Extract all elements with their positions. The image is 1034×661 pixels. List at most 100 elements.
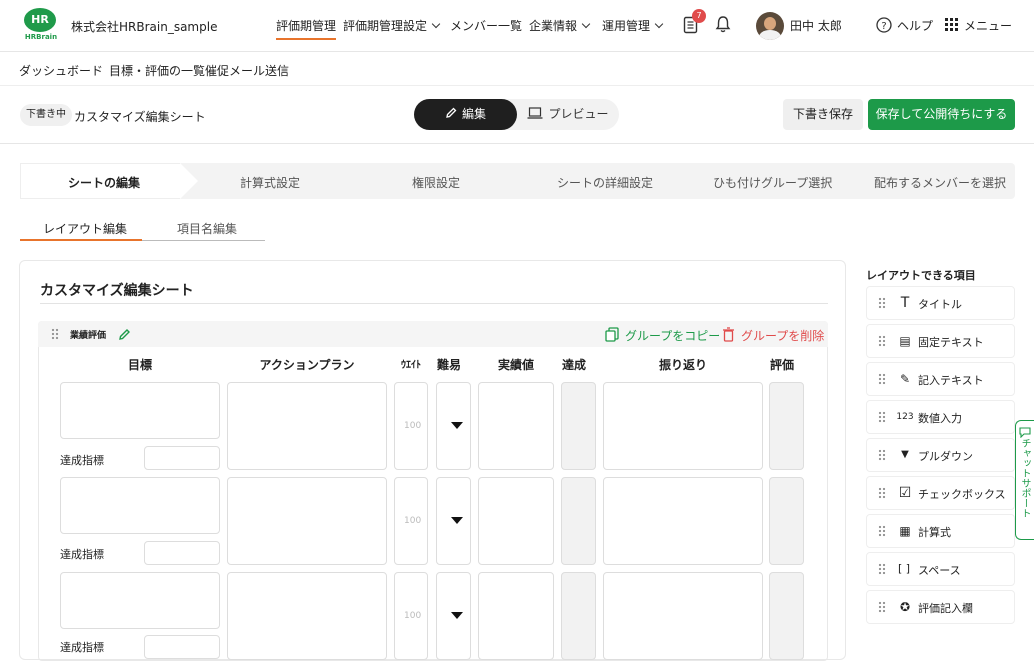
help-icon[interactable]: ? [876,17,892,33]
tab-item-name-edit[interactable]: 項目名編集 [177,220,237,237]
step-permission[interactable]: 権限設定 [412,174,460,191]
user-name[interactable]: 田中 太郎 [790,17,842,34]
step-sheet-edit[interactable]: シートの編集 [68,174,140,191]
copy-group-button[interactable]: グループをコピー [625,327,720,344]
input-text-icon: ✎ [899,372,911,386]
nav-company-info[interactable]: 企業情報 [529,17,591,34]
layout-item-rating[interactable]: ✪ 評価記入欄 [866,590,1015,624]
goal-field[interactable] [60,572,220,629]
dropdown-arrow-icon [451,612,463,619]
actual-field[interactable] [478,382,554,470]
layout-items-title: レイアウトできる項目 [866,269,976,282]
tab-layout-edit[interactable]: レイアウト編集 [43,220,127,237]
goal-field[interactable] [60,477,220,534]
column-header-weight: ｳｴｲﾄ [401,360,421,371]
layout-item-label: プルダウン [918,450,973,463]
reflection-field[interactable] [603,382,763,470]
layout-item-input-text[interactable]: ✎ 記入テキスト [866,362,1015,396]
pulldown-icon: ▼ [901,449,909,460]
indicator-label: 達成指標 [60,641,104,654]
dropdown-arrow-icon [451,422,463,429]
delete-group-button[interactable]: グループを削除 [741,327,824,344]
layout-item-label: 固定テキスト [918,336,984,349]
active-tab-indicator [20,239,142,241]
rating-field [769,572,804,660]
hrbrain-logo[interactable]: HR HRBrain [24,8,58,42]
number-icon: 123 [896,412,914,422]
subnav-reminder-mail[interactable]: 催促メール送信 [205,62,289,79]
column-header-actual: 実績値 [497,358,534,372]
step-distribute[interactable]: 配布するメンバーを選択 [874,174,1006,191]
status-badge: 下書き中 [20,104,72,126]
drag-handle-icon [878,297,886,309]
save-draft-button[interactable]: 下書き保存 [783,99,863,130]
action-plan-field[interactable] [227,477,387,565]
avatar[interactable] [756,12,784,40]
rating-field [769,382,804,470]
nav-evaluation-period[interactable]: 評価期管理 [276,17,337,40]
layout-item-formula[interactable]: ▦ 計算式 [866,514,1015,548]
subnav-goal-list[interactable]: 目標・評価の一覧 [109,62,205,79]
layout-item-checkbox[interactable]: ☑ チェックボックス [866,476,1015,510]
layout-item-label: チェックボックス [918,488,1006,501]
chevron-down-icon [431,19,441,29]
trash-icon[interactable] [722,327,735,342]
indicator-label: 達成指標 [60,548,104,561]
step-group-link[interactable]: ひも付けグループ選択 [713,174,832,191]
layout-item-title[interactable]: T タイトル [866,286,1015,320]
nav-evaluation-settings[interactable]: 評価期管理設定 [343,17,441,34]
layout-item-fixed-text[interactable]: ▤ 固定テキスト [866,324,1015,358]
nav-members[interactable]: メンバー一覧 [450,17,522,34]
indicator-field[interactable] [144,635,220,659]
column-header-goal: 目標 [127,358,152,372]
weight-placeholder: 100 [404,611,422,621]
checkbox-icon: ☑ [898,485,912,501]
goal-field[interactable] [60,382,220,439]
layout-item-label: スペース [918,564,961,577]
chevron-down-icon [581,19,591,29]
chat-bubble-icon [1019,427,1031,438]
action-plan-field[interactable] [227,572,387,660]
layout-item-pulldown[interactable]: ▼ プルダウン [866,438,1015,472]
actual-field[interactable] [478,572,554,660]
bell-icon[interactable] [715,15,731,33]
step-formula[interactable]: 計算式設定 [240,174,300,191]
fixed-text-icon: ▤ [899,334,911,348]
indicator-field[interactable] [144,446,220,470]
notification-badge: 7 [692,9,706,23]
menu-link[interactable]: メニュー [964,17,1012,34]
rating-field [769,477,804,565]
column-header-difficulty: 難易 [436,358,461,372]
nav-operations[interactable]: 運用管理 [602,17,664,34]
formula-icon: ▦ [899,524,911,538]
sheet-name: カスタマイズ編集シート [74,110,206,124]
help-link[interactable]: ヘルプ [897,17,933,34]
layout-item-label: 評価記入欄 [918,602,973,615]
drag-handle-icon [878,487,886,499]
subnav-dashboard[interactable]: ダッシュボード [19,62,103,79]
nav-label: 運用管理 [602,19,651,33]
reflection-field[interactable] [603,572,763,660]
edit-mode-button[interactable]: 編集 [414,99,517,130]
copy-icon[interactable] [605,327,619,342]
logo-text: HRBrain [24,33,58,41]
step-sheet-detail[interactable]: シートの詳細設定 [557,174,653,191]
layout-item-space[interactable]: [ ] スペース [866,552,1015,586]
preview-mode-button[interactable]: プレビュー [517,99,619,130]
layout-item-number[interactable]: 123 数値入力 [866,400,1015,434]
nav-label: 評価期管理設定 [343,19,428,33]
save-publish-button[interactable]: 保存して公開待ちにする [868,99,1015,130]
pencil-icon[interactable] [118,328,131,341]
preview-label: プレビュー [548,107,609,121]
grid-menu-icon[interactable] [945,18,959,32]
actual-field[interactable] [478,477,554,565]
column-header-achievement: 達成 [561,358,586,372]
company-name: 株式会社HRBrain_sample [71,20,218,34]
action-plan-field[interactable] [227,382,387,470]
drag-handle-icon [878,563,886,575]
indicator-field[interactable] [144,541,220,565]
edit-label: 編集 [461,107,486,121]
drag-handle-icon[interactable] [51,328,59,340]
drag-handle-icon [878,525,886,537]
reflection-field[interactable] [603,477,763,565]
